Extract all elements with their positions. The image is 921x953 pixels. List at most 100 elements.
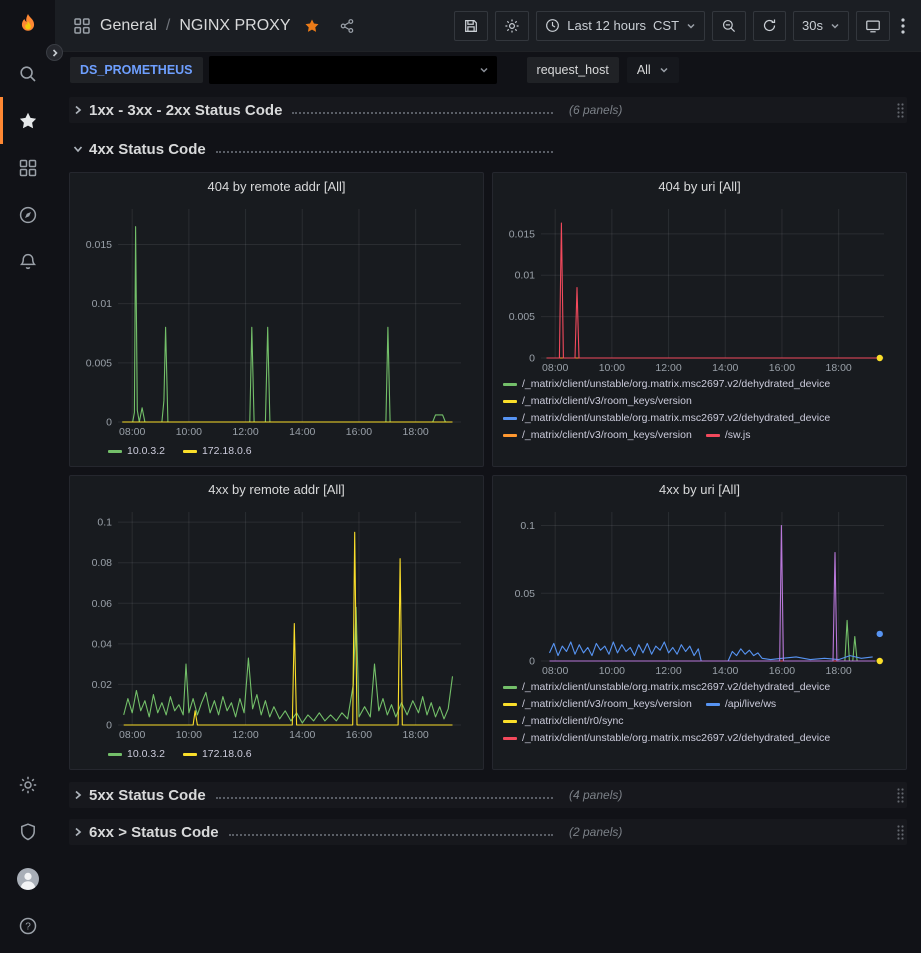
panel-4xx-by-uri: 4xx by uri [All] 08:0010:0012:0014:0016:…: [492, 475, 907, 770]
dashboard-settings-button[interactable]: [495, 11, 529, 41]
legend-series-name: /api/live/ws: [725, 698, 776, 710]
svg-text:14:00: 14:00: [289, 729, 315, 741]
star-icon: [18, 111, 38, 131]
legend-item[interactable]: /_matrix/client/v3/room_keys/version: [503, 429, 692, 441]
panel-404-by-remote-addr: 404 by remote addr [All] 08:0010:0012:00…: [69, 172, 484, 467]
row-title: 5xx Status Code: [89, 787, 206, 804]
chevron-down-icon: [479, 65, 489, 75]
legend-series-name: 172.18.0.6: [202, 748, 252, 760]
sidebar-item-help[interactable]: ?: [0, 902, 55, 949]
legend-item[interactable]: /_matrix/client/unstable/org.matrix.msc2…: [503, 732, 830, 744]
dashboards-grid-icon: [18, 158, 38, 178]
legend-item[interactable]: 10.0.3.2: [108, 745, 165, 763]
favorite-star-button[interactable]: [304, 18, 320, 34]
legend-series-swatch: [183, 753, 197, 756]
panel-legend: /_matrix/client/unstable/org.matrix.msc2…: [501, 375, 898, 463]
panel-title[interactable]: 4xx by remote addr [All]: [78, 476, 475, 504]
legend-series-name: /sw.js: [725, 429, 751, 441]
chevron-right-icon: [73, 827, 83, 837]
row-toggle-1xx[interactable]: 1xx - 3xx - 2xx Status Code: [69, 102, 557, 119]
chevron-down-icon: [830, 21, 840, 31]
svg-text:0: 0: [529, 656, 535, 668]
grafana-logo[interactable]: [0, 0, 55, 50]
datasource-value-select[interactable]: [209, 56, 497, 84]
drag-dots-icon: [896, 102, 905, 119]
legend-item[interactable]: /_matrix/client/unstable/org.matrix.msc2…: [503, 412, 830, 424]
svg-text:08:00: 08:00: [542, 665, 568, 677]
sidebar-item-alerting[interactable]: [0, 238, 55, 285]
search-icon: [18, 64, 38, 84]
share-icon: [339, 18, 355, 34]
timeseries-chart[interactable]: 08:0010:0012:0014:0016:0018:0000.0050.01…: [501, 201, 898, 375]
clock-icon: [545, 18, 560, 33]
sidebar-item-dashboards[interactable]: [0, 144, 55, 191]
timeseries-chart[interactable]: 08:0010:0012:0014:0016:0018:0000.0050.01…: [78, 201, 475, 439]
svg-text:0.05: 0.05: [515, 588, 536, 600]
legend-series-swatch: [503, 434, 517, 437]
time-range-label: Last 12 hours: [567, 18, 646, 33]
row-1xx-3xx-2xx: 1xx - 3xx - 2xx Status Code (6 panels): [69, 97, 907, 123]
timezone-label: CST: [653, 18, 679, 33]
legend-series-name: /_matrix/client/v3/room_keys/version: [522, 698, 692, 710]
row-dotted-leader: [216, 789, 553, 799]
row-drag-handle[interactable]: [896, 824, 907, 841]
row-drag-handle[interactable]: [896, 787, 907, 804]
row-toggle-4xx[interactable]: 4xx Status Code: [69, 141, 557, 158]
row-panel-count: (4 panels): [569, 788, 622, 802]
legend-item[interactable]: /_matrix/client/r0/sync: [503, 715, 624, 727]
legend-item[interactable]: /_matrix/client/unstable/org.matrix.msc2…: [503, 681, 830, 693]
dashboard-canvas: 1xx - 3xx - 2xx Status Code (6 panels) 4…: [55, 88, 921, 953]
panel-legend: 10.0.3.2 172.18.0.6: [78, 439, 475, 463]
legend-item[interactable]: 10.0.3.2: [108, 442, 165, 460]
timeseries-chart[interactable]: 08:0010:0012:0014:0016:0018:0000.020.040…: [78, 504, 475, 742]
panel-title[interactable]: 404 by remote addr [All]: [78, 173, 475, 201]
row-drag-handle[interactable]: [896, 102, 907, 119]
tv-mode-button[interactable]: [856, 11, 890, 41]
sidebar-item-server-admin[interactable]: [0, 808, 55, 855]
breadcrumb-folder[interactable]: General: [100, 17, 157, 35]
row-toggle-5xx[interactable]: 5xx Status Code: [69, 787, 557, 804]
timeseries-chart[interactable]: 08:0010:0012:0014:0016:0018:0000.050.1: [501, 504, 898, 678]
share-button[interactable]: [339, 18, 355, 34]
sidebar-item-configuration[interactable]: [0, 761, 55, 808]
legend-series-swatch: [503, 737, 517, 740]
svg-text:?: ?: [25, 921, 31, 932]
compass-icon: [18, 205, 38, 225]
zoom-out-time-button[interactable]: [712, 11, 746, 41]
legend-item[interactable]: /api/live/ws: [706, 698, 776, 710]
legend-series-name: /_matrix/client/unstable/org.matrix.msc2…: [522, 681, 830, 693]
sidebar-expand-button[interactable]: [46, 44, 63, 61]
legend-item[interactable]: /_matrix/client/unstable/org.matrix.msc2…: [503, 378, 830, 390]
save-icon: [463, 18, 479, 34]
more-options-button[interactable]: [897, 11, 909, 41]
sidebar-item-starred[interactable]: [0, 97, 55, 144]
refresh-interval-dropdown[interactable]: 30s: [793, 11, 849, 41]
legend-item[interactable]: /sw.js: [706, 429, 751, 441]
svg-text:14:00: 14:00: [289, 426, 315, 438]
kebab-menu-icon: [901, 18, 905, 34]
legend-item[interactable]: /_matrix/client/v3/room_keys/version: [503, 395, 692, 407]
legend-item[interactable]: /_matrix/client/v3/room_keys/version: [503, 698, 692, 710]
svg-text:10:00: 10:00: [176, 426, 202, 438]
time-range-picker[interactable]: Last 12 hours CST: [536, 11, 705, 41]
request-host-value-select[interactable]: All: [627, 57, 679, 83]
svg-text:08:00: 08:00: [119, 729, 145, 741]
row-toggle-6xx[interactable]: 6xx > Status Code: [69, 824, 557, 841]
svg-text:0.015: 0.015: [86, 239, 112, 251]
save-dashboard-button[interactable]: [454, 11, 488, 41]
sidebar-item-explore[interactable]: [0, 191, 55, 238]
legend-item[interactable]: 172.18.0.6: [183, 442, 252, 460]
request-host-value: All: [637, 63, 651, 77]
panel-title[interactable]: 4xx by uri [All]: [501, 476, 898, 504]
refresh-button[interactable]: [753, 11, 786, 41]
chevron-down-icon: [686, 21, 696, 31]
row-dotted-leader: [292, 104, 553, 114]
chevron-right-icon: [51, 49, 59, 57]
chevron-down-icon: [659, 65, 669, 75]
svg-text:12:00: 12:00: [232, 426, 258, 438]
legend-item[interactable]: 172.18.0.6: [183, 745, 252, 763]
svg-text:0.015: 0.015: [509, 228, 535, 240]
panel-title[interactable]: 404 by uri [All]: [501, 173, 898, 201]
refresh-interval-value: 30s: [802, 18, 823, 33]
sidebar-item-profile[interactable]: [0, 855, 55, 902]
